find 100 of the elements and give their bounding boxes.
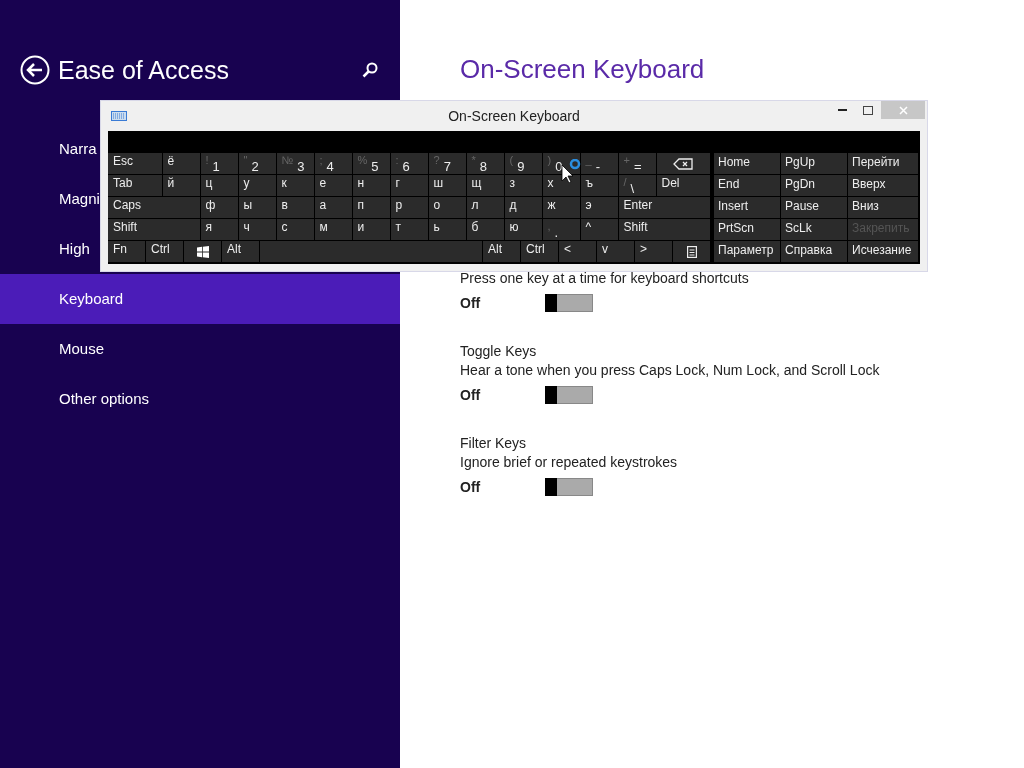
keyboard-key[interactable]: л [466,197,504,218]
keyboard-key[interactable]: PgDn [781,175,847,196]
keyboard-key[interactable]: н [352,175,390,196]
keyboard-key[interactable]: я [200,219,238,240]
menu-icon [686,245,697,258]
keyboard-key[interactable]: ж [542,197,580,218]
keyboard-key[interactable]: * 8 [466,153,504,174]
keyboard-key[interactable]: , . [542,219,580,240]
toggle-switch[interactable] [545,294,593,312]
keyboard-key[interactable]: ф [200,197,238,218]
keyboard-key[interactable]: " 2 [238,153,276,174]
keyboard-key[interactable]: Fn [108,241,145,262]
keyboard-key[interactable]: г [390,175,428,196]
keyboard-key[interactable]: Справка [781,241,847,262]
keyboard-key[interactable]: ! 1 [200,153,238,174]
keyboard-key[interactable]: х [542,175,580,196]
close-icon [898,105,908,115]
keyboard-key[interactable]: Tab [108,175,162,196]
keyboard-key[interactable]: PrtScn [714,219,780,240]
back-icon[interactable] [20,55,50,85]
keyboard-key[interactable]: Исчезание [848,241,918,262]
keyboard-key[interactable]: _ - [580,153,618,174]
keyboard-key[interactable]: Ctrl [146,241,183,262]
keyboard-key[interactable]: а [314,197,352,218]
keyboard-key[interactable]: > [635,241,672,262]
keyboard-key[interactable]: ъ [580,175,618,196]
keyboard-key[interactable]: и [352,219,390,240]
keyboard-key[interactable]: ц [200,175,238,196]
setting-description: Press one key at a time for keyboard shortcuts [460,269,750,288]
keyboard-key[interactable]: Caps [108,197,200,218]
keyboard-key[interactable]: Insert [714,197,780,218]
keyboard-key[interactable]: Home [714,153,780,174]
toggle-state: Off [460,387,482,403]
keyboard-key[interactable]: Alt [222,241,259,262]
keyboard-key[interactable]: ю [504,219,542,240]
keyboard-key[interactable]: Esc [108,153,162,174]
windows-key[interactable] [184,241,221,262]
keyboard-key[interactable]: ( 9 [504,153,542,174]
backspace-icon [673,157,694,170]
keyboard-key[interactable]: v [597,241,634,262]
menu-key[interactable] [673,241,710,262]
keyboard-key[interactable]: ^ [580,219,618,240]
sidebar-item[interactable]: Other options [0,374,400,424]
keyboard-key[interactable]: щ [466,175,504,196]
keyboard-key[interactable]: д [504,197,542,218]
keyboard-key[interactable]: ScLk [781,219,847,240]
toggle-switch[interactable] [545,478,593,496]
keyboard-key[interactable]: Del [656,175,710,196]
keyboard-key[interactable]: ь [428,219,466,240]
keyboard-key[interactable]: Alt [483,241,520,262]
toggle-state: Off [460,295,482,311]
keyboard-key[interactable]: э [580,197,618,218]
keyboard-key[interactable]: : 6 [390,153,428,174]
keyboard-key[interactable]: Ctrl [521,241,558,262]
keyboard-key[interactable]: е [314,175,352,196]
keyboard-key[interactable]: в [276,197,314,218]
windows-logo-icon [196,245,209,258]
keyboard-key[interactable]: р [390,197,428,218]
keyboard-key[interactable]: к [276,175,314,196]
toggle-switch[interactable] [545,386,593,404]
keyboard-key[interactable]: у [238,175,276,196]
keyboard-key[interactable]: Вниз [848,197,918,218]
setting-title: Toggle Keys [460,342,538,361]
keyboard-key[interactable]: Enter [618,197,710,218]
minimize-icon [837,109,847,111]
keyboard-key[interactable]: т [390,219,428,240]
keyboard-key[interactable]: й [162,175,200,196]
keyboard-key[interactable]: с [276,219,314,240]
keyboard-key[interactable]: ё [162,153,200,174]
keyboard-key[interactable]: ш [428,175,466,196]
keyboard-key[interactable]: Pause [781,197,847,218]
toggle-state: Off [460,479,482,495]
keyboard-key[interactable]: < [559,241,596,262]
keyboard-key[interactable]: Вверх [848,175,918,196]
keyboard-key[interactable]: End [714,175,780,196]
keyboard-key[interactable]: ? 7 [428,153,466,174]
keyboard-key[interactable]: з [504,175,542,196]
keyboard-key[interactable]: + = [618,153,656,174]
keyboard-key[interactable]: / \ [618,175,656,196]
keyboard-key[interactable]: Shift [108,219,200,240]
setting-description: Ignore brief or repeated keystrokes [460,453,679,472]
maximize-icon [863,105,873,115]
keyboard-key[interactable]: № 3 [276,153,314,174]
keyboard-key[interactable]: м [314,219,352,240]
keyboard-key[interactable]: Shift [618,219,710,240]
keyboard-key[interactable]: б [466,219,504,240]
keyboard-key[interactable]: % 5 [352,153,390,174]
search-icon[interactable] [362,62,378,78]
sidebar-item[interactable]: Mouse [0,324,400,374]
keyboard-key[interactable]: о [428,197,466,218]
keyboard-key[interactable]: PgUp [781,153,847,174]
keyboard-key[interactable]: Перейти [848,153,918,174]
sidebar-item[interactable]: Keyboard [0,274,400,324]
keyboard-key[interactable]: ; 4 [314,153,352,174]
keyboard-key[interactable]: п [352,197,390,218]
keyboard-key[interactable]: ч [238,219,276,240]
backspace-key[interactable] [656,153,710,174]
window-title: On-Screen Keyboard [448,108,580,124]
keyboard-key[interactable]: ы [238,197,276,218]
keyboard-key[interactable]: Параметр [714,241,780,262]
